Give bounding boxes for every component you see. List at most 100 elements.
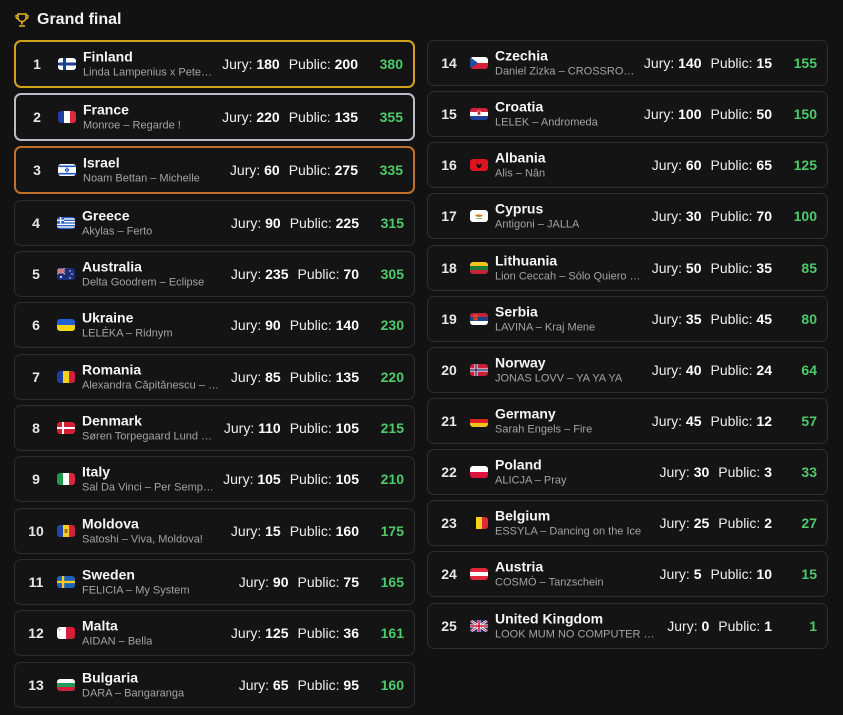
jury-label: Jury: [659, 515, 690, 532]
jury-label: Jury: [238, 676, 270, 693]
artist-song: ESSYLA – Dancing on the Ice [495, 525, 642, 538]
public-label: Public: [710, 412, 753, 429]
rank-number: 23 [441, 515, 457, 532]
serbia-flag-icon [470, 312, 488, 325]
public-score: 105 [335, 419, 359, 436]
rank-number: 9 [32, 471, 40, 488]
total-score: 15 [801, 566, 817, 583]
public-label: Public: [710, 157, 753, 174]
score-breakdown: Jury: 220 Public: 135 [222, 109, 358, 125]
jury-label: Jury: [651, 412, 683, 429]
denmark-flag-icon [57, 421, 75, 434]
jury-score: 60 [264, 162, 280, 179]
result-row: 10 Moldova Satoshi – Viva, Moldova! Jury: 1… [14, 507, 415, 554]
result-row: 20 Norway JONAS LOVV – YA YA YA Jury: 40 Pub… [427, 346, 828, 393]
rank-number: 14 [441, 55, 457, 71]
poland-flag-icon [470, 466, 488, 479]
jury-label: Jury: [230, 522, 262, 539]
jury-score: 140 [678, 55, 702, 71]
score-breakdown: Jury: 60 Public: 275 [230, 162, 358, 178]
jury-score: 0 [701, 617, 710, 634]
jury-score: 15 [265, 522, 281, 539]
score-breakdown: Jury: 180 Public: 200 [222, 56, 358, 72]
country-name: Albania [495, 149, 546, 166]
country-name: Czechia [495, 47, 548, 64]
result-row: 21 Germany Sarah Engels – Fire Jury: 45 Publ… [427, 397, 828, 444]
public-score: 36 [343, 625, 359, 642]
sweden-flag-icon [57, 575, 75, 588]
result-row: 12 Malta AIDAN – Bella Jury: 125 Public: 36 1… [14, 610, 415, 657]
result-row: 15 Croatia LELEK – Andromeda Jury: 100 Publi… [427, 91, 828, 138]
belgium-flag-icon [470, 517, 488, 530]
jury-score: 110 [258, 419, 281, 436]
jury-score: 60 [685, 157, 702, 174]
total-score: 355 [379, 109, 403, 126]
score-breakdown: Jury: 65 Public: 95 [239, 677, 359, 693]
public-score: 12 [756, 412, 772, 429]
public-score: 105 [335, 471, 359, 488]
jury-label: Jury: [230, 625, 262, 642]
rank-number: 22 [441, 464, 457, 481]
jury-label: Jury: [223, 419, 255, 436]
artist-song: Daniel Zizka – CROSSRO… [495, 65, 635, 78]
artist-song: LOOK MUM NO COMPUTER … [495, 628, 655, 641]
country-name: Lithuania [495, 252, 558, 269]
country-name: Germany [495, 405, 556, 422]
jury-label: Jury: [643, 55, 675, 71]
rank-number: 16 [441, 157, 457, 174]
result-row: 16 Albania Alis – Nân Jury: 60 Public: 65 125 [427, 142, 828, 189]
total-score: 150 [793, 106, 817, 123]
public-label: Public: [289, 522, 332, 539]
total-score: 165 [380, 573, 404, 590]
ukraine-flag-icon [57, 319, 75, 332]
result-row: 8 Denmark Søren Torpegaard Lund … Jury: 110… [14, 404, 415, 451]
rank-number: 12 [28, 625, 44, 642]
artist-song: FELICIA – My System [82, 584, 190, 597]
country-name: Denmark [82, 412, 142, 429]
jury-score: 5 [693, 566, 702, 583]
public-label: Public: [710, 566, 753, 583]
page-title: Grand final [37, 11, 122, 28]
score-breakdown: Jury: 125 Public: 36 [231, 625, 359, 641]
score-breakdown: Jury: 15 Public: 160 [231, 523, 359, 539]
public-label: Public: [288, 162, 331, 179]
score-breakdown: Jury: 90 Public: 75 [239, 574, 359, 590]
public-label: Public: [710, 55, 753, 71]
total-score: 210 [380, 471, 404, 488]
score-breakdown: Jury: 50 Public: 35 [652, 260, 772, 276]
public-score: 225 [335, 214, 359, 231]
country-name: Serbia [495, 303, 538, 320]
public-label: Public: [710, 106, 753, 123]
artist-song: Delta Goodrem – Eclipse [82, 276, 205, 289]
total-score: 230 [380, 317, 404, 334]
artist-song: Monroe – Regarde ! [83, 119, 181, 132]
country-name: France [83, 101, 129, 118]
public-label: Public: [718, 617, 761, 634]
rank-number: 25 [441, 617, 457, 634]
jury-label: Jury: [229, 162, 261, 179]
public-label: Public: [710, 361, 753, 378]
bulgaria-flag-icon [57, 678, 75, 691]
result-row: 22 Poland ALICJA – Pray Jury: 30 Public: 3 33 [427, 449, 828, 496]
jury-label: Jury: [667, 617, 698, 634]
score-breakdown: Jury: 0 Public: 1 [667, 618, 772, 634]
result-row: 25 United Kingdom LOOK MUM NO COMPUTER … Ju… [427, 602, 828, 649]
jury-score: 85 [265, 368, 281, 385]
total-score: 125 [793, 157, 817, 174]
finland-flag-icon [58, 58, 76, 70]
result-row: 11 Sweden FELICIA – My System Jury: 90 Publi… [14, 558, 415, 605]
jury-score: 45 [685, 412, 702, 429]
moldova-flag-icon [57, 524, 75, 537]
artist-song: Søren Torpegaard Lund … [82, 430, 213, 443]
artist-song: COSMÓ – Tanzschein [495, 576, 604, 589]
jury-score: 25 [693, 515, 710, 532]
score-breakdown: Jury: 60 Public: 65 [652, 157, 772, 173]
total-score: 1 [809, 617, 817, 634]
public-label: Public: [297, 625, 340, 642]
artist-song: LAVINA – Kraj Mene [495, 321, 596, 334]
public-label: Public: [289, 368, 332, 385]
public-score: 10 [756, 566, 772, 583]
country-name: Italy [82, 463, 111, 480]
country-name: Israel [83, 154, 120, 171]
rank-number: 7 [32, 368, 40, 385]
